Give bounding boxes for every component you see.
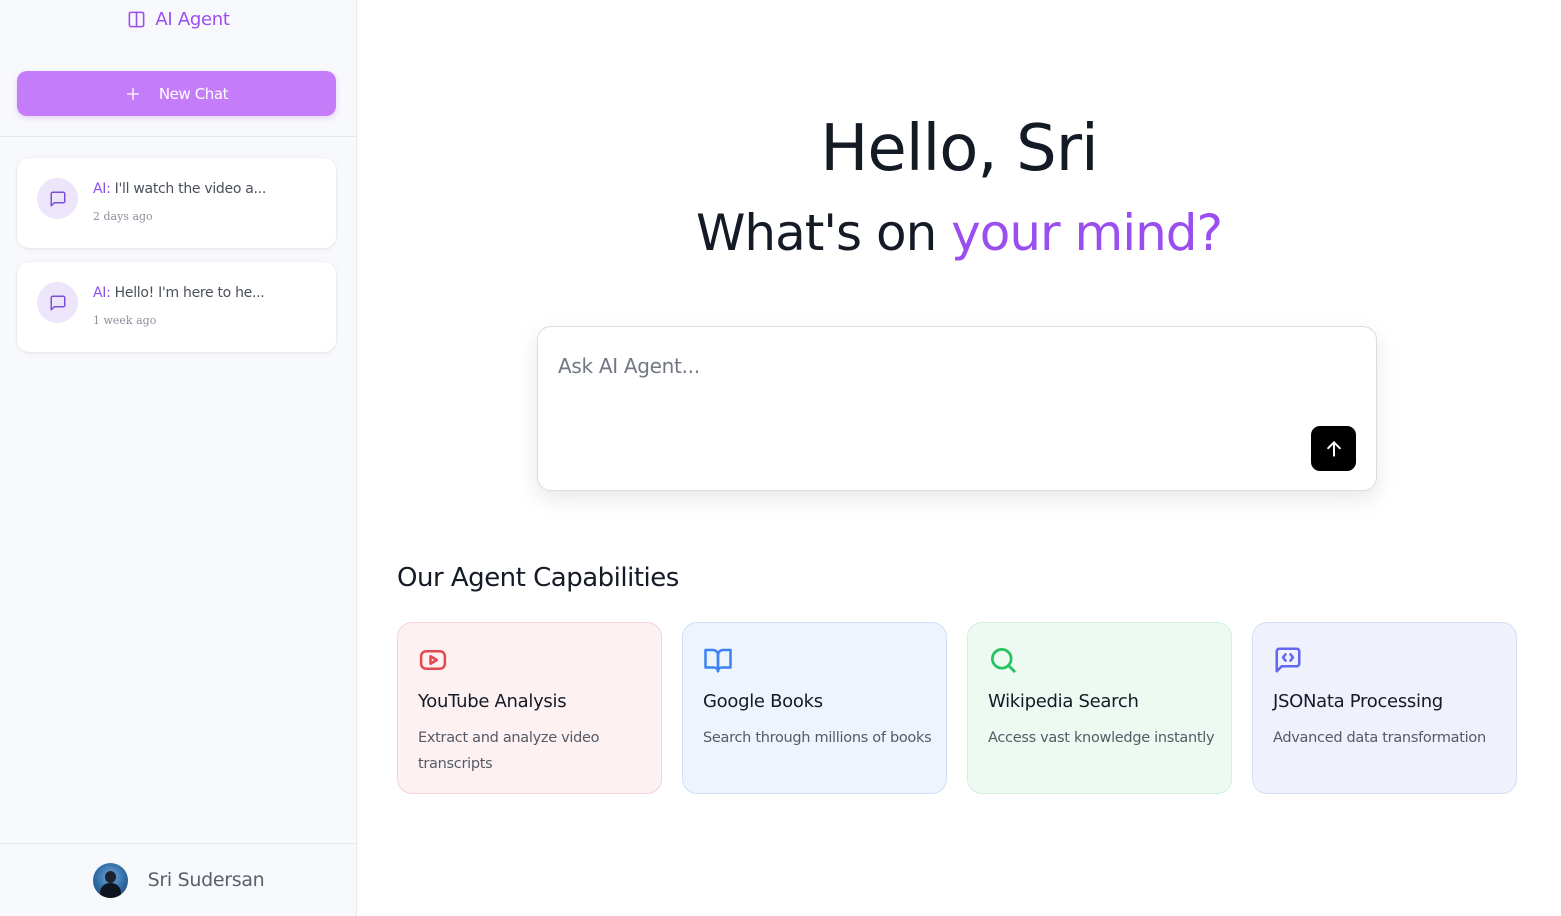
capability-card-wikipedia[interactable]: Wikipedia Search Access vast knowledge i… (967, 622, 1232, 794)
capability-description: Advanced data transformation (1273, 730, 1486, 746)
prompt-input[interactable] (558, 351, 1298, 381)
brand[interactable]: AI Agent (0, 9, 357, 30)
sidebar-header: AI Agent New Chat (0, 0, 356, 137)
chat-preview: Hello! I'm here to he... (110, 285, 265, 301)
capability-description: Access vast knowledge instantly (988, 730, 1215, 746)
new-chat-label: New Chat (158, 84, 229, 103)
chat-timestamp: 2 days ago (93, 210, 153, 223)
message-code-icon (1275, 647, 1301, 673)
capability-description: Extract and analyze video transcripts (418, 730, 600, 772)
send-button[interactable] (1311, 426, 1356, 471)
capability-card-jsonata[interactable]: JSONata Processing Advanced data transfo… (1252, 622, 1517, 794)
subheading: What's on your mind? (357, 204, 1561, 262)
chat-list: AI: I'll watch the video a... 2 days ago… (17, 158, 336, 366)
avatar-head (104, 870, 116, 883)
panel-toggle-icon[interactable] (127, 10, 146, 29)
capability-title: Google Books (703, 691, 823, 712)
chat-avatar (37, 178, 78, 219)
greeting-heading: Hello, Sri (820, 112, 1099, 186)
capability-description: Search through millions of books (703, 730, 932, 746)
capability-card-books[interactable]: Google Books Search through millions of … (682, 622, 947, 794)
chat-ai-prefix: AI: (93, 285, 111, 301)
user-profile[interactable]: Sri Sudersan (0, 843, 357, 916)
user-name: Sri Sudersan (147, 869, 265, 891)
message-square-icon (50, 191, 65, 206)
new-chat-button[interactable]: New Chat (17, 71, 336, 116)
book-open-icon (704, 648, 732, 673)
chat-item[interactable]: AI: I'll watch the video a... 2 days ago (17, 158, 336, 248)
capability-title: YouTube Analysis (418, 691, 567, 712)
chat-item[interactable]: AI: Hello! I'm here to he... 1 week ago (17, 262, 336, 352)
subheading-plain: What's on (695, 204, 952, 262)
avatar-body (99, 882, 121, 898)
capabilities-title: Our Agent Capabilities (397, 563, 679, 593)
chat-timestamp: 1 week ago (93, 314, 157, 327)
chat-title: AI: Hello! I'm here to he... (93, 285, 265, 301)
message-square-icon (50, 295, 65, 310)
search-icon (991, 648, 1016, 673)
chat-preview: I'll watch the video a... (110, 181, 267, 197)
main-content: Hello, Sri What's on your mind? Our Agen… (357, 0, 1561, 916)
chat-avatar (37, 282, 78, 323)
brand-label: AI Agent (155, 9, 230, 30)
capability-title: JSONata Processing (1273, 691, 1443, 712)
youtube-icon (419, 650, 447, 670)
capability-title: Wikipedia Search (988, 691, 1139, 712)
arrow-up-icon (1326, 440, 1341, 457)
sidebar: AI Agent New Chat AI: I'll watch the vid… (0, 0, 357, 916)
prompt-box (537, 326, 1377, 491)
plus-icon (126, 87, 139, 100)
avatar[interactable] (92, 862, 128, 898)
subheading-accent: your mind? (951, 204, 1223, 262)
capability-card-youtube[interactable]: YouTube Analysis Extract and analyze vid… (397, 622, 662, 794)
chat-title: AI: I'll watch the video a... (93, 181, 266, 197)
chat-ai-prefix: AI: (93, 181, 111, 197)
